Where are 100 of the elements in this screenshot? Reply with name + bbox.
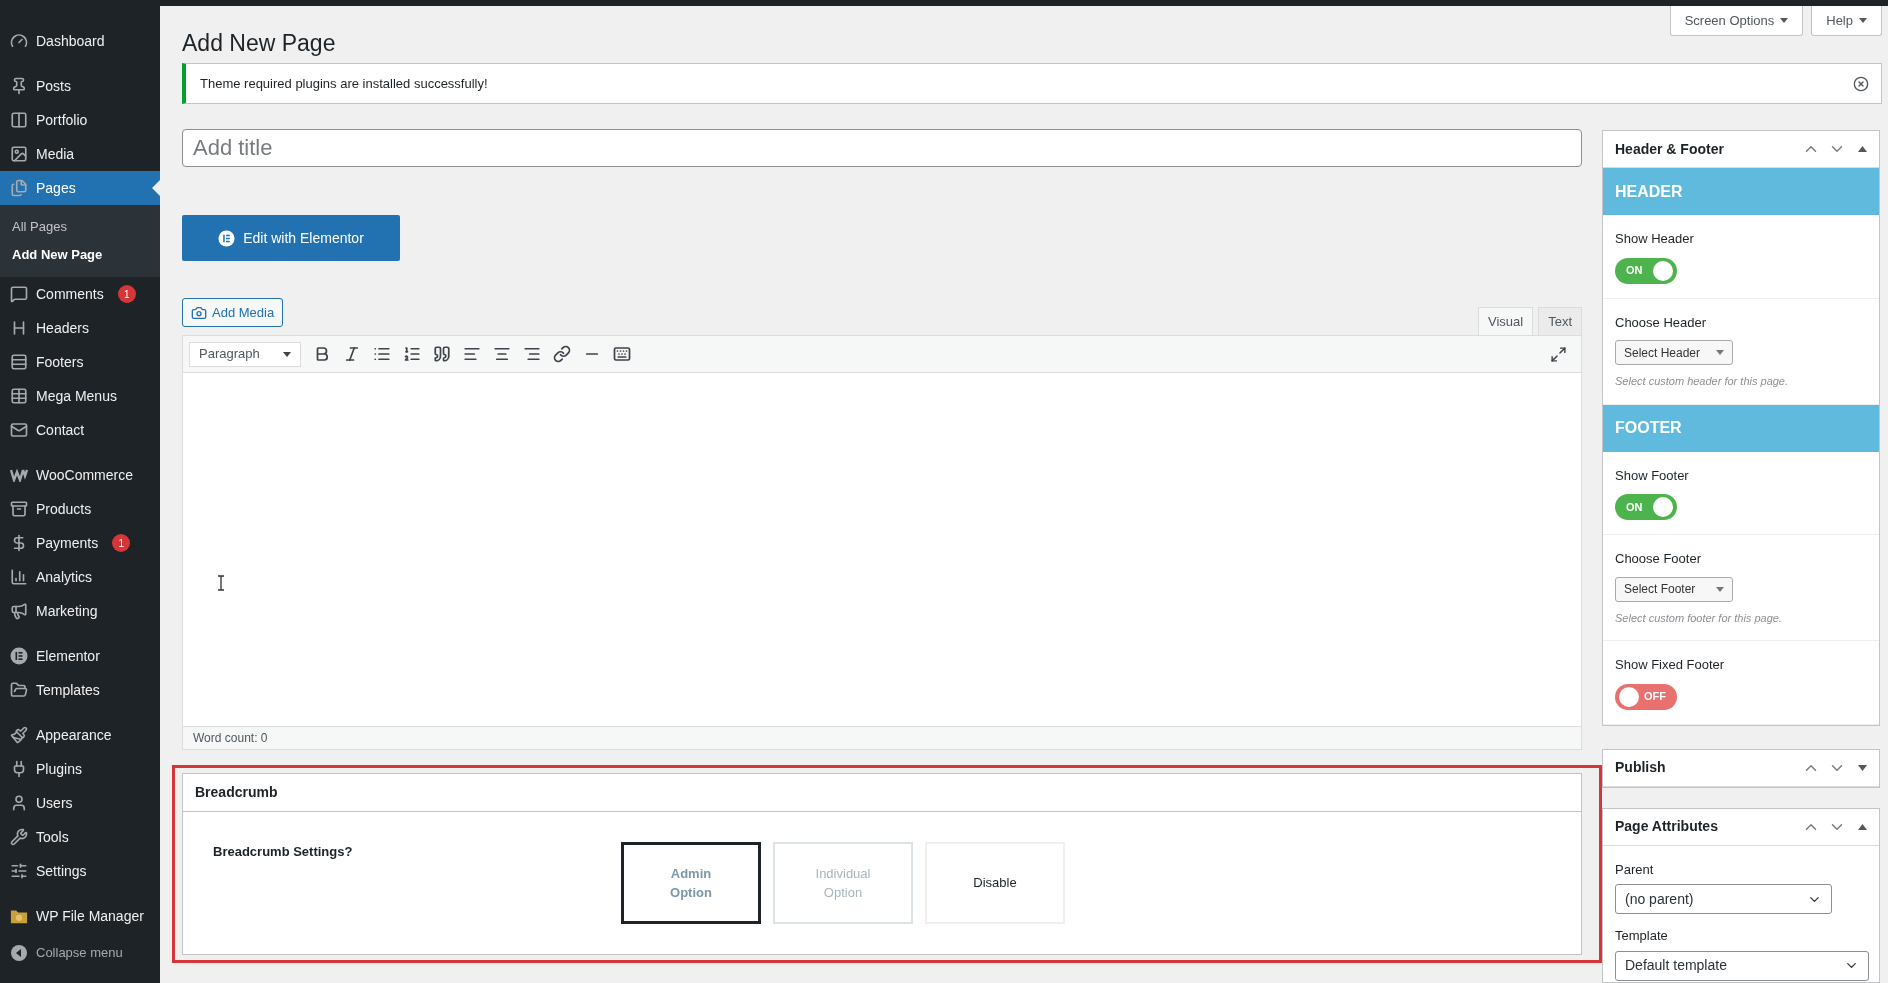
menu-item[interactable]: Posts (0, 69, 160, 103)
dismiss-icon[interactable] (1853, 75, 1869, 92)
sliders-icon (10, 862, 28, 880)
panel-title: Publish (1615, 758, 1667, 777)
title-field[interactable]: Add title (182, 129, 1582, 167)
envelope-icon (10, 421, 28, 439)
user-icon (10, 794, 28, 812)
section-band: FOOTER (1603, 404, 1879, 452)
keyboard-icon[interactable] (613, 345, 631, 363)
menu-item[interactable]: WP File Manager (0, 899, 160, 933)
image-icon (10, 145, 28, 163)
field-label: Template (1615, 927, 1669, 945)
expand-toggle-icon[interactable] (1858, 764, 1867, 771)
menu-item[interactable]: Templates (0, 673, 160, 707)
select-dropdown[interactable]: Select Footer (1615, 576, 1733, 602)
format-select[interactable]: Paragraph (189, 341, 301, 367)
menu-item[interactable]: Marketing (0, 594, 160, 628)
menu-item[interactable]: Footers (0, 345, 160, 379)
link-icon[interactable] (553, 345, 571, 363)
fullscreen-icon[interactable] (1550, 345, 1567, 363)
menu-item[interactable]: Analytics (0, 560, 160, 594)
pages-icon (10, 179, 28, 197)
submenu-item[interactable]: All Pages (0, 213, 160, 241)
select-dropdown[interactable]: Select Header (1615, 340, 1733, 365)
dashboard-icon (10, 32, 28, 50)
menu-item[interactable]: WooCommerce (0, 458, 160, 492)
caret-icon (283, 351, 291, 357)
field-label: Choose Header (1615, 313, 1708, 332)
template-select[interactable]: Default template (1615, 950, 1869, 981)
hint-text: Select custom footer for this page. (1615, 610, 1783, 626)
panel-title: Header & Footer (1615, 139, 1725, 159)
collapse-icon (10, 944, 28, 962)
speech-bubble-icon (10, 285, 28, 303)
menu-item[interactable]: Mega Menus (0, 379, 160, 413)
align-right-icon[interactable] (523, 345, 541, 363)
menu-item[interactable]: Users (0, 786, 160, 820)
collapse-toggle-icon[interactable] (1858, 146, 1867, 152)
section-band: HEADER (1603, 168, 1879, 215)
numbered-list-icon[interactable] (403, 345, 421, 363)
folder-icon (10, 681, 28, 699)
quote-icon[interactable] (433, 345, 451, 363)
editor-tab[interactable]: Visual (1477, 307, 1534, 335)
count-badge: 1 (112, 534, 131, 552)
pin-icon (10, 77, 28, 95)
add-media-button[interactable]: Add Media (182, 298, 284, 327)
text-cursor-icon (217, 575, 225, 591)
page-title: Add New Page (182, 29, 336, 57)
menu-item[interactable]: Settings (0, 854, 160, 888)
count-badge: 1 (117, 285, 136, 303)
caret-icon (1716, 586, 1724, 592)
field-label: Show Header (1615, 230, 1695, 248)
hint-text: Select custom header for this page. (1615, 374, 1790, 389)
menu-item[interactable]: Tools (0, 820, 160, 854)
e-logo-icon (218, 229, 236, 247)
caret-icon (1780, 18, 1789, 23)
megaphone-icon (10, 602, 28, 620)
menu-item[interactable]: Headers (0, 311, 160, 345)
table-icon (10, 387, 28, 405)
bar-chart-icon (10, 568, 28, 586)
choice-option[interactable]: Disable (925, 842, 1065, 924)
panel-title: Breadcrumb (183, 774, 1581, 812)
menu-item[interactable]: Appearance (0, 718, 160, 752)
w-logo-icon (10, 468, 28, 482)
word-count: Word count: 0 (183, 726, 1581, 749)
pointer-icon (152, 180, 160, 196)
parent-select[interactable]: (no parent) (1615, 884, 1832, 914)
menu-item[interactable]: Dashboard (0, 24, 160, 58)
submenu-item[interactable]: Add New Page (0, 241, 160, 269)
caret-icon (1859, 18, 1867, 23)
field-label: Parent (1615, 860, 1655, 879)
menu-item[interactable]: Products (0, 492, 160, 526)
align-left-icon[interactable] (463, 345, 481, 363)
wrench-icon (10, 828, 28, 846)
setting-label: Breadcrumb Settings? (213, 843, 354, 861)
elementor-button[interactable]: Edit with Elementor (182, 215, 400, 261)
align-center-icon[interactable] (493, 345, 511, 363)
rows-icon (10, 353, 28, 371)
tab-button[interactable]: Screen Options (1669, 6, 1804, 36)
menu-item[interactable]: Comments 1 (0, 277, 160, 311)
caret-icon (1716, 350, 1724, 355)
editor-tab[interactable]: Text (1538, 307, 1582, 335)
menu-item[interactable]: Plugins (0, 752, 160, 786)
menu-item[interactable]: Payments 1 (0, 526, 160, 560)
tab-button[interactable]: Help (1811, 6, 1882, 36)
panel-title: Page Attributes (1615, 817, 1719, 836)
menu-item[interactable]: Media (0, 137, 160, 171)
media-icon (191, 304, 207, 321)
menu-item[interactable]: Portfolio (0, 103, 160, 137)
e-logo-icon (10, 647, 28, 665)
menu-item[interactable]: Elementor (0, 639, 160, 673)
collapse-toggle-icon[interactable] (1858, 823, 1867, 830)
bullet-list-icon[interactable] (373, 345, 391, 363)
box-icon (10, 500, 28, 518)
brush-icon (10, 726, 28, 744)
field-label: Show Fixed Footer (1615, 656, 1726, 674)
collapse-menu-button[interactable]: Collapse menu (0, 938, 160, 968)
italic-icon[interactable] (343, 345, 361, 363)
menu-item[interactable]: Contact (0, 413, 160, 447)
menu-item[interactable]: Pages (0, 171, 160, 205)
columns-icon (10, 111, 28, 129)
